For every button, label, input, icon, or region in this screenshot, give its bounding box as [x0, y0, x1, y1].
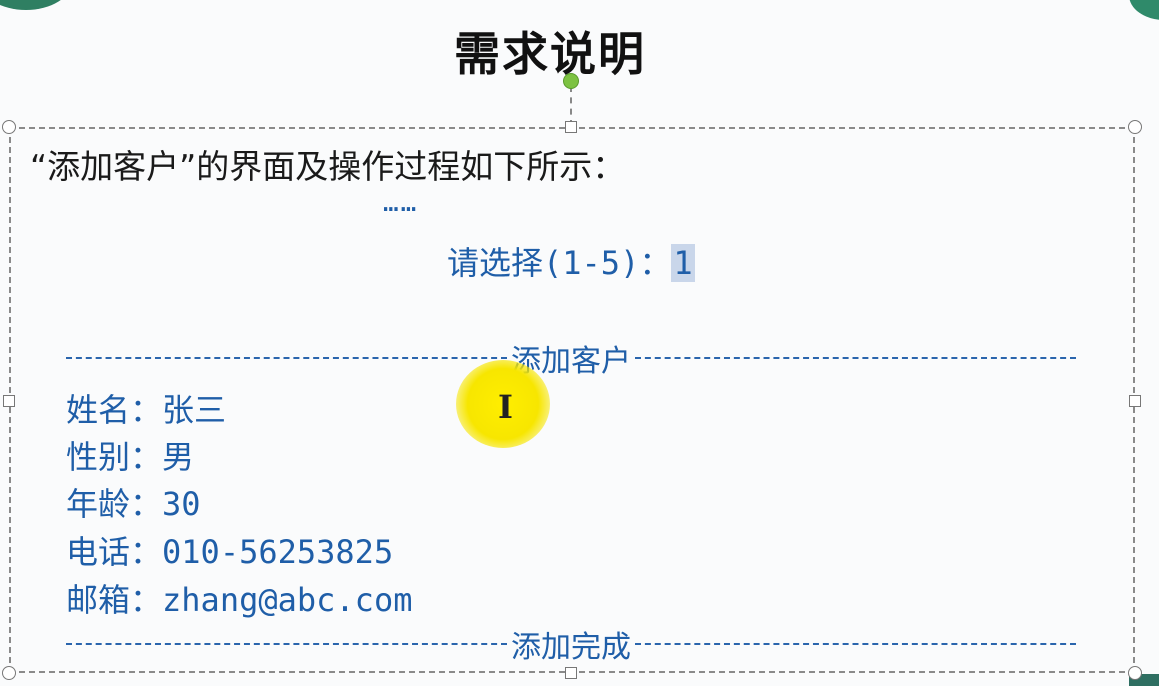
- resize-handle-bottom-left[interactable]: [2, 666, 16, 680]
- slide-canvas: 需求说明 “添加客户”的界面及操作过程如下所示： …… 请选择(1-5)：1 添…: [0, 0, 1159, 686]
- field-key: 姓名：: [66, 391, 163, 429]
- field-key: 年龄：: [66, 485, 163, 523]
- footer-divider-label: 添加完成: [511, 630, 631, 665]
- field-key: 邮箱：: [66, 581, 163, 619]
- console-ellipsis: ……: [383, 188, 419, 218]
- decorative-corner: [0, 0, 72, 10]
- slide-title[interactable]: 需求说明: [0, 18, 1100, 84]
- field-key: 性别：: [66, 438, 163, 476]
- divider-dash: [66, 357, 507, 359]
- prompt-input-value[interactable]: 1: [671, 244, 695, 282]
- resize-handle-top-left[interactable]: [2, 120, 16, 134]
- divider-dash: [635, 643, 1076, 645]
- field-value: 张三: [162, 391, 227, 429]
- field-row-gender: 性别：男: [66, 432, 194, 478]
- field-row-phone: 电话：010-56253825: [66, 527, 393, 573]
- resize-handle-bottom-right[interactable]: [1128, 666, 1142, 680]
- field-value: 30: [162, 485, 201, 523]
- resize-handle-left[interactable]: [3, 395, 15, 407]
- field-row-email: 邮箱：zhang@abc.com: [66, 575, 412, 621]
- field-row-name: 姓名：张三: [66, 385, 226, 431]
- rotation-guide-line: [570, 86, 572, 126]
- rotate-handle-icon[interactable]: [563, 73, 579, 89]
- intro-text[interactable]: “添加客户”的界面及操作过程如下所示：: [30, 140, 625, 188]
- resize-handle-top-right[interactable]: [1128, 120, 1142, 134]
- field-value: 010-56253825: [162, 533, 394, 571]
- resize-handle-top[interactable]: [565, 121, 577, 133]
- divider-dash: [66, 643, 507, 645]
- footer-divider: 添加完成: [66, 622, 1076, 666]
- i-beam-cursor-icon: I: [498, 388, 513, 426]
- field-value: 男: [162, 438, 195, 476]
- prompt-label: 请选择(1-5)：: [447, 244, 672, 282]
- divider-dash: [635, 357, 1076, 359]
- field-value: zhang@abc.com: [162, 581, 413, 619]
- resize-handle-bottom[interactable]: [565, 667, 577, 679]
- field-key: 电话：: [66, 533, 163, 571]
- header-divider: 添加客户: [66, 336, 1076, 380]
- field-row-age: 年龄：30: [66, 479, 201, 525]
- resize-handle-right[interactable]: [1129, 395, 1141, 407]
- console-prompt: 请选择(1-5)：1: [447, 238, 695, 284]
- decorative-corner: [1129, 0, 1159, 20]
